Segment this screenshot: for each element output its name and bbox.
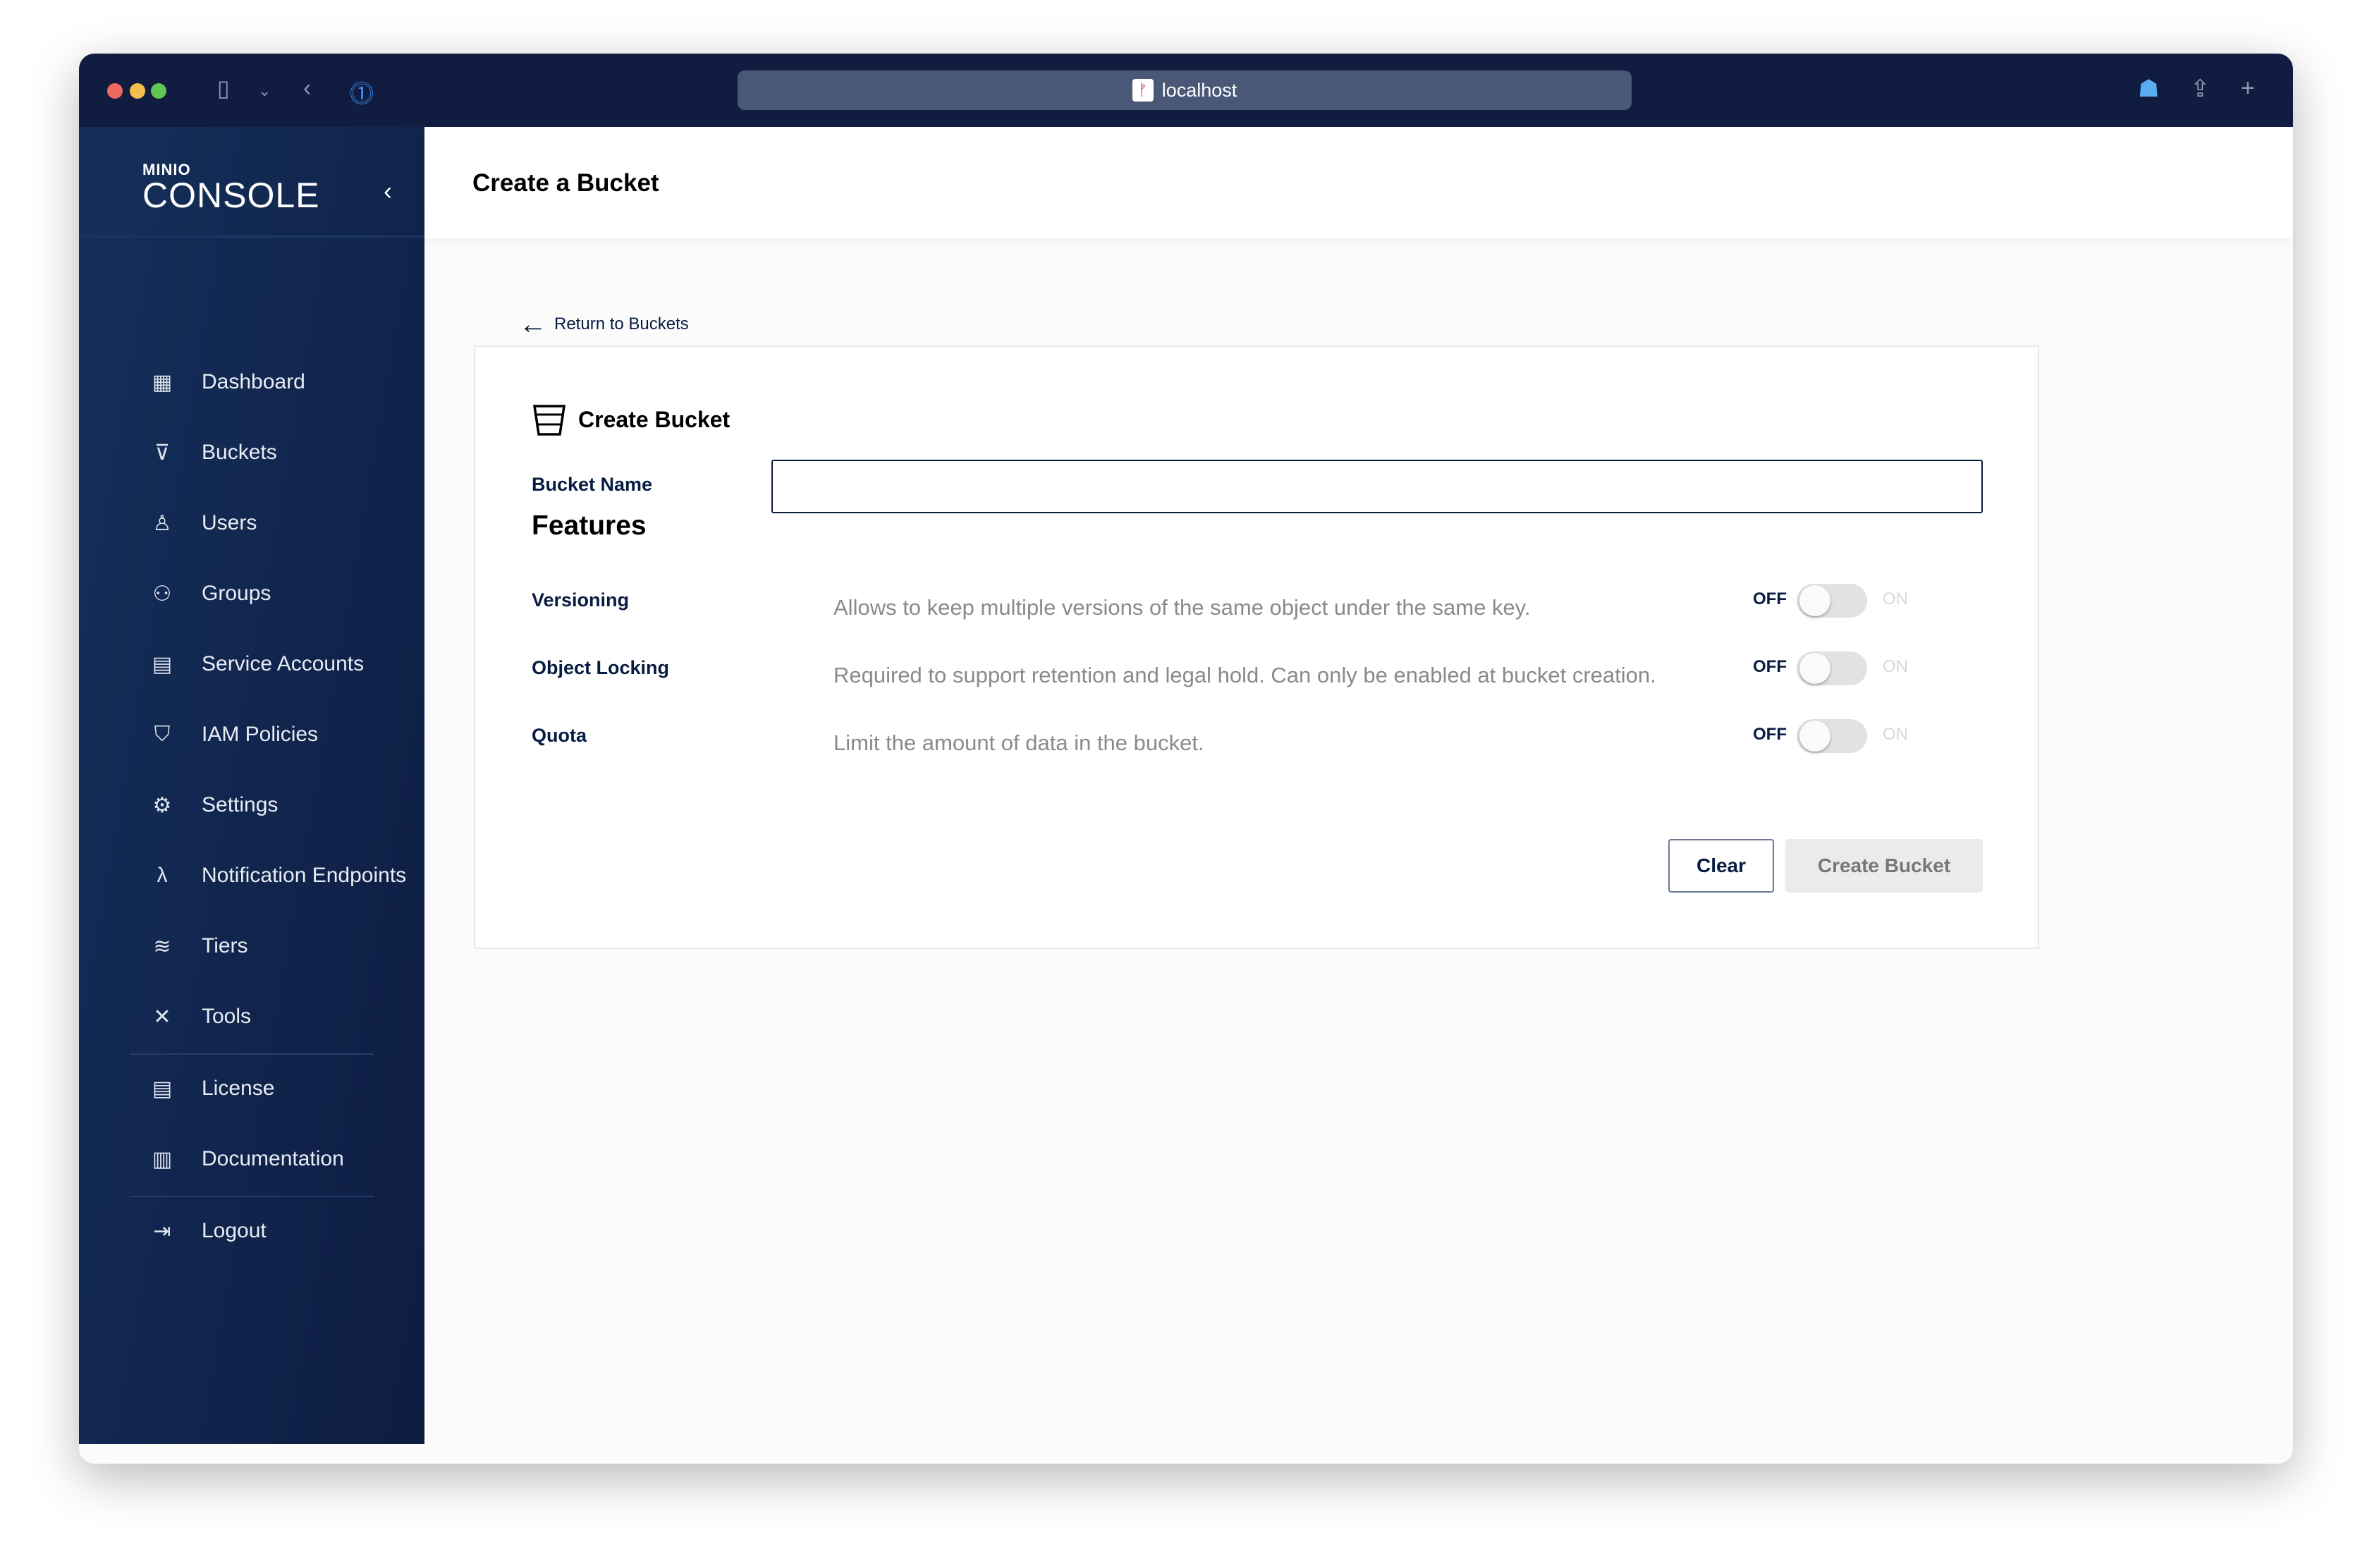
toggle-knob bbox=[1799, 721, 1830, 752]
close-window-button[interactable] bbox=[107, 83, 123, 99]
create-bucket-form: Create Bucket Bucket Name Features Versi… bbox=[474, 345, 2039, 949]
versioning-description: Allows to keep multiple versions of the … bbox=[833, 595, 1531, 620]
arrow-left-icon: ← bbox=[519, 309, 547, 340]
groups-icon: ⚇ bbox=[152, 582, 172, 606]
url-text: localhost bbox=[1161, 79, 1237, 101]
sidebar-item-tiers[interactable]: ≋ Tiers bbox=[148, 925, 248, 967]
page-title: Create a Bucket bbox=[472, 169, 659, 197]
sidebar-item-service-accounts[interactable]: ▤ Service Accounts bbox=[148, 643, 364, 685]
sidebar-toggle-icon[interactable]: ▯ bbox=[217, 75, 230, 102]
sidebar-item-label: Logout bbox=[202, 1219, 267, 1242]
bucket-icon: ⊽ bbox=[154, 441, 170, 465]
card-title: Create Bucket bbox=[532, 402, 730, 437]
lambda-icon: λ bbox=[157, 864, 168, 887]
sidebar-item-license[interactable]: ▤ License bbox=[148, 1067, 275, 1110]
features-heading: Features bbox=[532, 510, 647, 541]
back-icon[interactable]: ‹ bbox=[303, 75, 311, 102]
chevron-down-icon[interactable]: ⌄ bbox=[258, 82, 271, 100]
sidebar-item-label: Dashboard bbox=[202, 370, 305, 393]
bucket-name-label: Bucket Name bbox=[532, 474, 653, 495]
sidebar-item-label: Notification Endpoints bbox=[202, 864, 407, 887]
sidebar-divider bbox=[130, 1053, 374, 1055]
maximize-window-button[interactable] bbox=[151, 83, 166, 99]
versioning-on-label: ON bbox=[1883, 589, 1908, 608]
share-icon[interactable]: ⇪ bbox=[2190, 75, 2211, 103]
gear-icon: ⚙ bbox=[152, 793, 172, 817]
return-link-label: Return to Buckets bbox=[554, 314, 689, 333]
sidebar-item-label: License bbox=[202, 1077, 275, 1100]
versioning-off-label: OFF bbox=[1753, 589, 1787, 608]
sidebar-item-iam-policies[interactable]: ⛉ IAM Policies bbox=[148, 713, 318, 756]
quota-toggle[interactable] bbox=[1797, 719, 1867, 753]
logout-icon: ⇥ bbox=[153, 1219, 171, 1243]
minimize-window-button[interactable] bbox=[130, 83, 145, 99]
bucket-icon bbox=[532, 405, 566, 436]
versioning-toggle[interactable] bbox=[1797, 584, 1867, 618]
sidebar-item-buckets[interactable]: ⊽ Buckets bbox=[148, 431, 277, 474]
object-locking-on-label: ON bbox=[1883, 657, 1908, 676]
quota-label: Quota bbox=[532, 725, 587, 746]
sidebar-item-tools[interactable]: ✕ Tools bbox=[148, 996, 251, 1038]
browser-titlebar: ▯ ⌄ ‹ ⓵ ᚠ localhost ☗ ⇪ + bbox=[79, 54, 2293, 127]
toggle-knob bbox=[1799, 653, 1830, 684]
sidebar-item-label: Service Accounts bbox=[202, 652, 365, 675]
sidebar-item-logout[interactable]: ⇥ Logout bbox=[148, 1210, 267, 1252]
collapse-sidebar-button[interactable]: ‹ bbox=[384, 176, 392, 206]
layers-icon: ≋ bbox=[153, 934, 171, 958]
license-icon: ▤ bbox=[152, 1077, 173, 1101]
shield-icon: ⛉ bbox=[154, 723, 171, 746]
return-to-buckets-link[interactable]: ← Return to Buckets bbox=[519, 309, 689, 340]
quota-description: Limit the amount of data in the bucket. bbox=[833, 730, 1204, 755]
sidebar-item-label: Settings bbox=[202, 793, 279, 816]
address-bar[interactable]: ᚠ localhost bbox=[738, 71, 1632, 110]
sidebar-item-label: IAM Policies bbox=[202, 723, 319, 746]
sidebar-item-label: Documentation bbox=[202, 1147, 344, 1170]
sidebar-item-label: Tools bbox=[202, 1005, 252, 1028]
sidebar-item-users[interactable]: ♙ Users bbox=[148, 502, 257, 544]
toggle-knob bbox=[1799, 585, 1830, 616]
object-locking-toggle[interactable] bbox=[1797, 651, 1867, 685]
quota-off-label: OFF bbox=[1753, 725, 1787, 744]
clear-button[interactable]: Clear bbox=[1668, 839, 1774, 893]
sidebar-divider bbox=[130, 1196, 374, 1197]
minio-console-logo[interactable]: MINIO CONSOLE bbox=[142, 161, 320, 215]
object-locking-off-label: OFF bbox=[1753, 657, 1787, 676]
card-title-text: Create Bucket bbox=[578, 406, 730, 432]
ghost-extension-icon[interactable]: ☗ bbox=[2138, 75, 2159, 103]
bucket-name-input[interactable] bbox=[771, 460, 1983, 513]
dashboard-icon: ▦ bbox=[152, 370, 173, 394]
quota-on-label: ON bbox=[1883, 725, 1908, 744]
user-icon: ♙ bbox=[152, 511, 172, 535]
sidebar-item-dashboard[interactable]: ▦ Dashboard bbox=[148, 361, 305, 403]
page-header: Create a Bucket bbox=[424, 127, 2293, 238]
logo-console: CONSOLE bbox=[142, 176, 320, 215]
versioning-label: Versioning bbox=[532, 589, 630, 611]
sidebar-item-label: Tiers bbox=[202, 934, 248, 957]
service-accounts-icon: ▤ bbox=[152, 652, 173, 676]
sidebar-item-settings[interactable]: ⚙ Settings bbox=[148, 784, 279, 826]
object-locking-description: Required to support retention and legal … bbox=[833, 663, 1656, 687]
sidebar: MINIO CONSOLE ‹ ▦ Dashboard ⊽ Buckets ♙ Users… bbox=[79, 127, 424, 1444]
sidebar-divider bbox=[79, 235, 424, 238]
sidebar-item-notification-endpoints[interactable]: λ Notification Endpoints bbox=[148, 855, 407, 897]
browser-window: ▯ ⌄ ‹ ⓵ ᚠ localhost ☗ ⇪ + MINIO CONSOLE … bbox=[79, 54, 2293, 1464]
object-locking-label: Object Locking bbox=[532, 657, 670, 678]
create-bucket-button[interactable]: Create Bucket bbox=[1785, 839, 1983, 893]
documentation-icon: ▥ bbox=[152, 1147, 173, 1171]
tools-icon: ✕ bbox=[153, 1005, 171, 1029]
sidebar-item-label: Groups bbox=[202, 582, 271, 605]
sidebar-item-groups[interactable]: ⚇ Groups bbox=[148, 572, 271, 615]
sidebar-item-label: Buckets bbox=[202, 441, 277, 464]
sidebar-item-documentation[interactable]: ▥ Documentation bbox=[148, 1138, 344, 1180]
minio-favicon-icon: ᚠ bbox=[1132, 79, 1154, 102]
sidebar-item-label: Users bbox=[202, 511, 257, 534]
new-tab-icon[interactable]: + bbox=[2241, 75, 2255, 102]
password-manager-icon[interactable]: ⓵ bbox=[350, 75, 374, 109]
